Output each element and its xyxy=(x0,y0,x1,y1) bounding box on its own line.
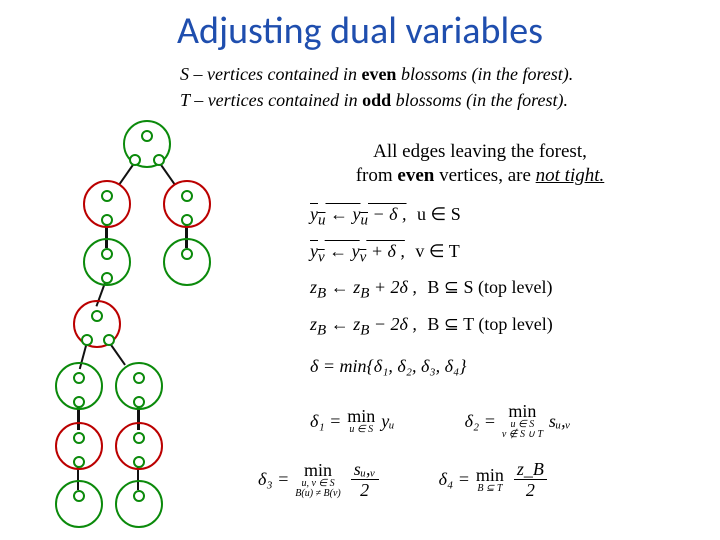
vertex xyxy=(73,432,85,444)
delta-row-2: δ₃ = minu, v ∈ SB(u) ≠ B(v) sᵤ,ᵥ2 δ₄ = m… xyxy=(258,460,698,499)
vertex xyxy=(141,130,153,142)
eq-delta4: δ₄ = minB ⊆ T z_B2 xyxy=(439,460,547,499)
vertex xyxy=(133,372,145,384)
vertex xyxy=(129,154,141,166)
vertex xyxy=(101,214,113,226)
vertex xyxy=(73,396,85,408)
vertex xyxy=(91,310,103,322)
vertex xyxy=(81,334,93,346)
eq-delta: δ = min{δ₁, δ₂, δ₃, δ₄} xyxy=(310,356,466,377)
even-blossom xyxy=(163,238,211,286)
vertex xyxy=(73,490,85,502)
def-s: S – vertices contained in even blossoms … xyxy=(180,62,573,86)
blossom-tree-diagram xyxy=(55,120,295,530)
eq-zb-s: zB ← zB + 2δ , B ⊆ S (top level) xyxy=(310,271,553,308)
vertex xyxy=(103,334,115,346)
definitions: S – vertices contained in even blossoms … xyxy=(180,60,573,115)
vertex xyxy=(133,456,145,468)
update-equations: yu ← yu − δ , u ∈ S yv ← yv + δ , v ∈ T … xyxy=(310,198,553,344)
eq-yv: yv ← yv + δ , v ∈ T xyxy=(310,235,553,272)
vertex xyxy=(133,490,145,502)
vertex xyxy=(133,396,145,408)
delta-row-1: δ₁ = minu ∈ S yᵤ δ₂ = minu ∈ Sv ∉ S ∪ T … xyxy=(310,402,690,440)
vertex xyxy=(133,432,145,444)
vertex xyxy=(101,272,113,284)
eq-zb-t: zB ← zB − 2δ , B ⊆ T (top level) xyxy=(310,308,553,345)
vertex xyxy=(73,372,85,384)
vertex xyxy=(153,154,165,166)
vertex xyxy=(73,456,85,468)
vertex xyxy=(101,190,113,202)
even-blossom xyxy=(115,480,163,528)
eq-delta2: δ₂ = minu ∈ Sv ∉ S ∪ T sᵤ,ᵥ xyxy=(465,402,571,440)
note-text: All edges leaving the forest, from even … xyxy=(310,140,650,188)
slide-title: Adjusting dual variables xyxy=(0,8,720,54)
eq-delta1: δ₁ = minu ∈ S yᵤ xyxy=(310,402,395,440)
vertex xyxy=(181,248,193,260)
vertex xyxy=(181,214,193,226)
vertex xyxy=(101,248,113,260)
even-blossom xyxy=(55,480,103,528)
vertex xyxy=(181,190,193,202)
def-t: T – vertices contained in odd blossoms (… xyxy=(180,88,573,112)
eq-yu: yu ← yu − δ , u ∈ S xyxy=(310,198,553,235)
